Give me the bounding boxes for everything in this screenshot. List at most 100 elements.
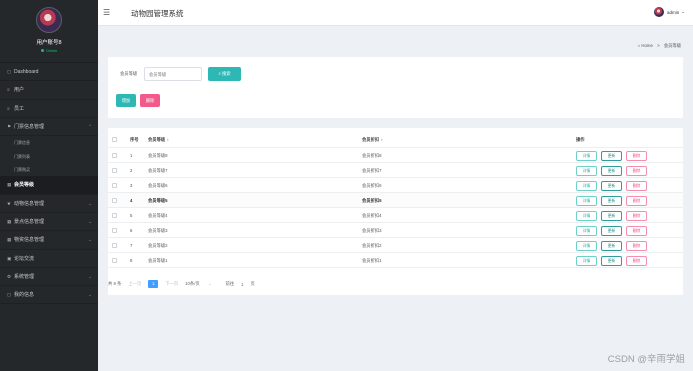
delete-button[interactable]: 删除: [626, 150, 647, 161]
watermark: CSDN @辛雨学姐: [607, 354, 685, 365]
row-checkbox[interactable]: [112, 228, 117, 233]
sidebar-item-8[interactable]: ▣ 论坛交流: [0, 250, 98, 268]
sidebar-item-label: 用户: [14, 87, 25, 94]
sidebar-item-7[interactable]: ▦ 物资信息管理 ⌄: [0, 231, 98, 250]
sidebar-item-label: 员工: [14, 105, 25, 112]
detail-button[interactable]: 详情: [576, 255, 597, 266]
row-checkbox[interactable]: [112, 168, 117, 173]
update-button[interactable]: 更新: [601, 240, 622, 251]
sidebar-item-10[interactable]: ◻ 我的信息 ⌄: [0, 286, 98, 305]
next-page-button[interactable]: 下一页: [165, 281, 178, 287]
avatar[interactable]: [36, 7, 62, 33]
sidebar-subitem-3-0[interactable]: 门票信息: [0, 136, 98, 149]
user-menu-name: admin: [666, 9, 680, 15]
user-avatar: [653, 7, 664, 17]
delete-button[interactable]: 删除: [626, 225, 647, 236]
app-title: 动物园管理系统: [131, 9, 184, 18]
sidebar-item-0[interactable]: ◻ Dashboard: [0, 63, 98, 82]
page-size-select[interactable]: 10条/页 ⌄: [185, 281, 218, 287]
sidebar-item-label: Dashboard: [14, 69, 39, 75]
sidebar-item-6[interactable]: ▦ 景点信息管理 ⌄: [0, 213, 98, 232]
table-header-row: 序号 会员等级⇕ 会员折扣⇕ 操作: [108, 131, 683, 148]
row-index: 5: [130, 213, 133, 218]
delete-button[interactable]: 删除: [626, 255, 647, 266]
page-1-button[interactable]: 1: [148, 280, 159, 288]
table-row: 8 会员等级1 会员折扣1 详情 更新 删除: [108, 253, 683, 268]
detail-button[interactable]: 详情: [576, 165, 597, 176]
detail-button[interactable]: 详情: [576, 225, 597, 236]
search-input[interactable]: [144, 67, 202, 81]
goto-page-input[interactable]: 1: [241, 282, 243, 287]
user-profile: 用户账号8 Online: [0, 0, 98, 62]
table-row: 4 会员等级5 会员折扣5 详情 更新 删除: [108, 193, 683, 208]
dashboard-icon: ◻: [7, 69, 11, 74]
update-button[interactable]: 更新: [601, 210, 622, 221]
detail-button[interactable]: 详情: [576, 210, 597, 221]
menu-toggle-icon[interactable]: ☰: [103, 8, 110, 17]
sidebar-item-9[interactable]: ⚙ 系统管理 ⌄: [0, 268, 98, 287]
online-status: Online: [0, 48, 98, 53]
delete-button[interactable]: 删除: [626, 195, 647, 206]
row-checkbox[interactable]: [112, 198, 117, 203]
chevron-down-icon: ⌄: [207, 281, 212, 286]
prev-page-button[interactable]: 上一页: [128, 281, 141, 287]
delete-button[interactable]: 删除: [626, 165, 647, 176]
chevron-down-icon: ⌄: [88, 237, 92, 243]
user-menu[interactable]: admin ⌄: [653, 7, 685, 17]
update-button[interactable]: 更新: [601, 150, 622, 161]
table-row: 2 会员等级7 会员折扣7 详情 更新 删除: [108, 163, 683, 178]
row-index: 7: [130, 243, 133, 248]
table-row: 5 会员等级4 会员折扣4 详情 更新 删除: [108, 208, 683, 223]
sort-icon: ⇕: [380, 138, 384, 142]
row-checkbox[interactable]: [112, 213, 117, 218]
breadcrumb-current: 会员等级: [663, 43, 681, 48]
row-checkbox[interactable]: [112, 258, 117, 263]
sidebar-item-1[interactable]: ≡ 用户: [0, 81, 98, 100]
col-header-account-label: 会员等级: [148, 137, 166, 142]
sidebar-item-5[interactable]: ❦ 动物信息管理 ⌄: [0, 195, 98, 213]
row-points: 会员折扣3: [362, 228, 382, 233]
delete-button[interactable]: 删除: [626, 210, 647, 221]
row-checkbox[interactable]: [112, 243, 117, 248]
staff-icon: ≡: [7, 105, 10, 111]
pagination: 共 8 条 上一页 1 下一页 10条/页 ⌄ 前往 1 页: [108, 279, 262, 289]
breadcrumb-home[interactable]: Home: [641, 43, 652, 48]
sidebar-subitem-3-2[interactable]: 门票购买: [0, 163, 98, 176]
delete-button[interactable]: 删除: [626, 180, 647, 191]
detail-button[interactable]: 详情: [576, 150, 597, 161]
detail-button[interactable]: 详情: [576, 180, 597, 191]
sidebar-item-2[interactable]: ≡ 员工: [0, 100, 98, 118]
app-root: 用户账号8 Online ◻ Dashboard ≡ 用户 ≡ 员工 ⚑ 门票信息管理 ⌃ 门票信…: [0, 0, 693, 371]
update-button[interactable]: 更新: [601, 225, 622, 236]
sidebar-subitem-3-1[interactable]: 门票列表: [0, 150, 98, 163]
row-points: 会员折扣5: [362, 198, 382, 203]
detail-button[interactable]: 详情: [576, 195, 597, 206]
update-button[interactable]: 更新: [601, 195, 622, 206]
detail-button[interactable]: 详情: [576, 240, 597, 251]
row-checkbox[interactable]: [112, 153, 117, 158]
col-header-account[interactable]: 会员等级⇕: [148, 131, 169, 149]
batch-delete-button[interactable]: 删除: [140, 94, 160, 107]
update-button[interactable]: 更新: [601, 180, 622, 191]
sidebar-item-4[interactable]: ▦ 会员等级: [0, 176, 98, 195]
add-button[interactable]: 增加: [116, 94, 136, 107]
col-header-points[interactable]: 会员折扣⇕: [362, 131, 383, 149]
grid-icon: ▦: [7, 237, 12, 243]
search-label: 会员等级: [120, 71, 138, 76]
sidebar-item-3[interactable]: ⚑ 门票信息管理 ⌃: [0, 118, 98, 137]
row-points: 会员折扣1: [362, 258, 382, 263]
search-button[interactable]: ⌕ 搜索: [208, 67, 241, 81]
user-icon: ≡: [7, 87, 10, 93]
online-dot-icon: [40, 49, 44, 53]
chevron-down-icon: ⌄: [681, 9, 685, 14]
update-button[interactable]: 更新: [601, 255, 622, 266]
row-account: 会员等级8: [148, 153, 168, 158]
col-header-index: 序号: [130, 137, 139, 142]
gear-icon: ⚙: [7, 273, 12, 279]
sidebar-item-label: 会员等级: [14, 182, 35, 189]
select-all-checkbox[interactable]: [112, 137, 117, 142]
row-checkbox[interactable]: [112, 183, 117, 188]
row-index: 1: [130, 153, 133, 158]
update-button[interactable]: 更新: [601, 165, 622, 176]
delete-button[interactable]: 删除: [626, 240, 647, 251]
